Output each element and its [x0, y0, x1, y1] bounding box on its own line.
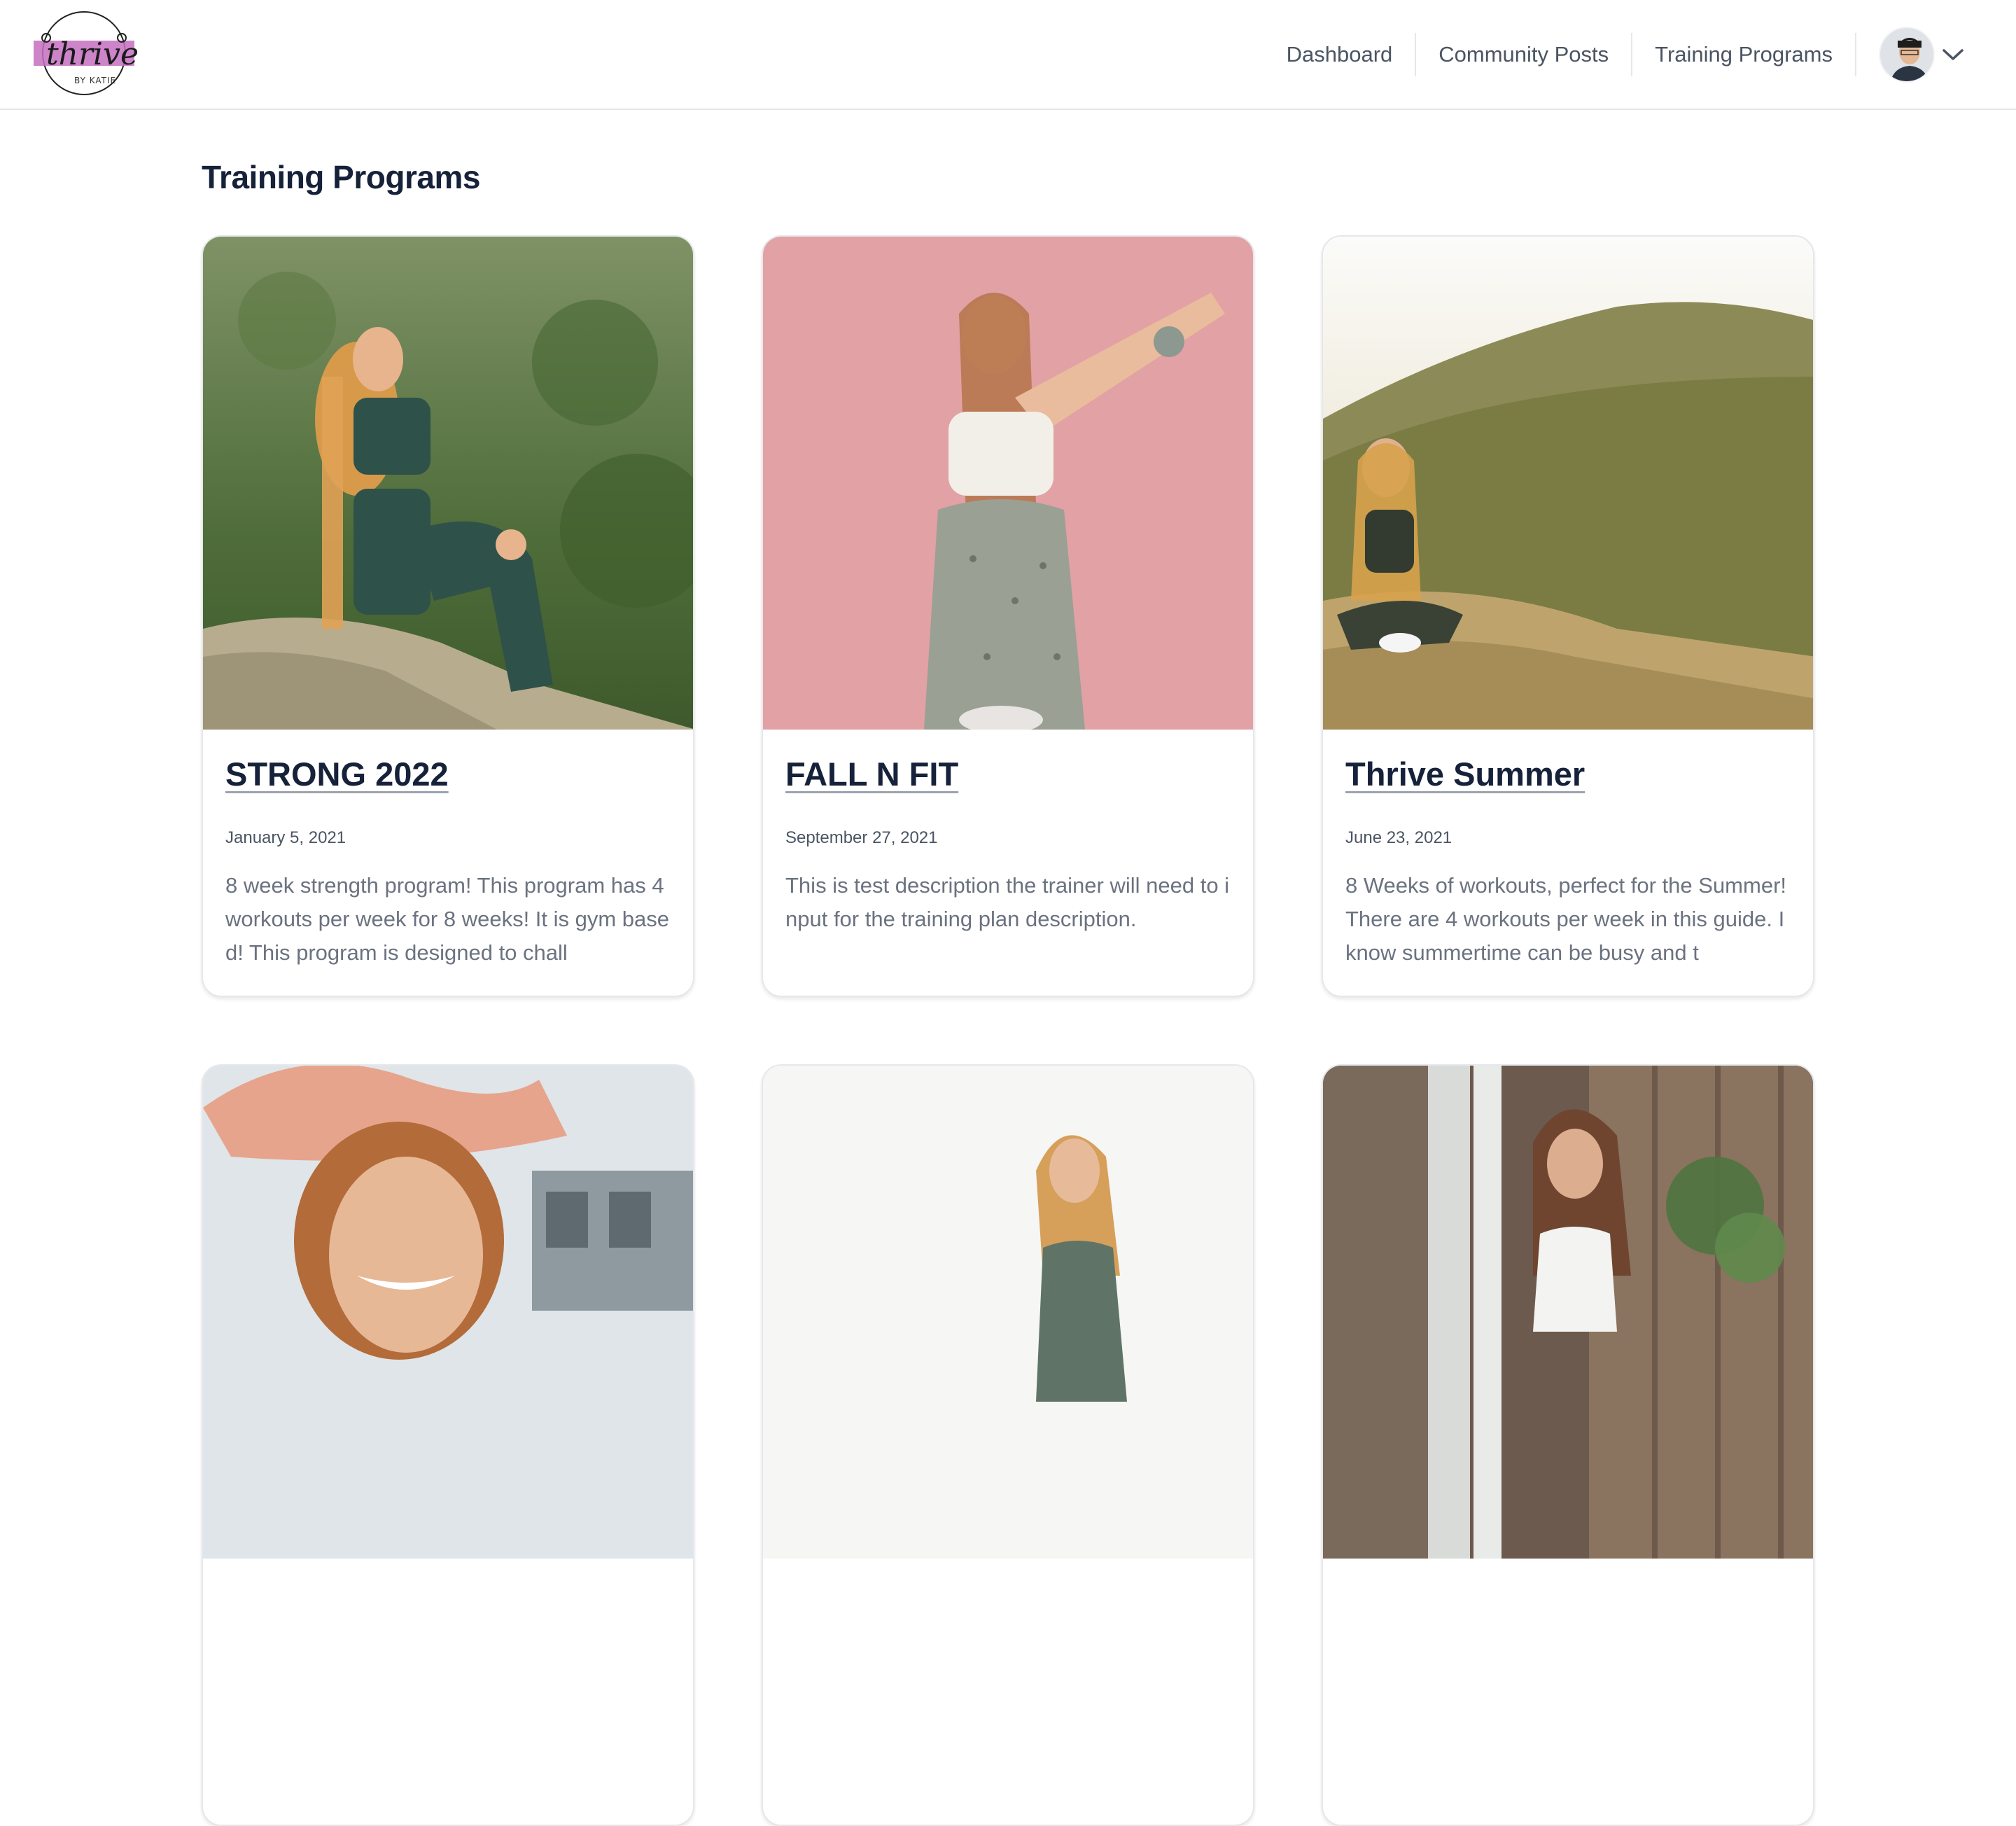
- program-card[interactable]: FALL N FIT September 27, 2021 This is te…: [762, 235, 1254, 997]
- program-date: September 27, 2021: [785, 828, 938, 847]
- logo-wordmark: thrive: [46, 36, 139, 72]
- program-description: 8 Weeks of workouts, perfect for the Sum…: [1345, 873, 1787, 965]
- program-image[interactable]: [763, 1066, 1253, 1559]
- program-image[interactable]: [203, 1066, 693, 1559]
- program-photo: [1323, 237, 1813, 730]
- program-description: [1345, 1631, 1791, 1732]
- program-card[interactable]: [1322, 1064, 1814, 1826]
- program-card[interactable]: [762, 1064, 1254, 1826]
- program-title[interactable]: STRONG 2022: [225, 755, 449, 793]
- brand-logo[interactable]: thrive BY KATIE: [32, 10, 139, 97]
- program-image[interactable]: [203, 237, 693, 730]
- program-title[interactable]: Thrive Summer: [1345, 755, 1585, 793]
- program-date: January 5, 2021: [225, 828, 346, 847]
- program-description: 8 week strength program! This program ha…: [225, 873, 670, 965]
- program-photo: [1323, 1066, 1813, 1559]
- program-card[interactable]: STRONG 2022 January 5, 2021 8 week stren…: [202, 235, 694, 997]
- top-nav-bar: thrive BY KATIE Dashboard Community Post…: [0, 0, 2016, 110]
- program-description: This is test description the trainer wil…: [785, 873, 1230, 931]
- program-title[interactable]: FALL N FIT: [785, 755, 958, 793]
- avatar-portrait-icon: [1880, 28, 1933, 81]
- program-photo: [203, 237, 693, 730]
- program-description: [785, 1631, 1231, 1732]
- program-card[interactable]: [202, 1064, 694, 1826]
- main-nav: Dashboard Community Posts Training Progr…: [1264, 27, 1964, 83]
- nav-community-posts[interactable]: Community Posts: [1416, 33, 1631, 76]
- nav-training-programs[interactable]: Training Programs: [1632, 33, 1855, 76]
- program-card[interactable]: Thrive Summer June 23, 2021 8 Weeks of w…: [1322, 235, 1814, 997]
- program-photo: [763, 237, 1253, 730]
- nav-dashboard[interactable]: Dashboard: [1264, 33, 1415, 76]
- program-image[interactable]: [763, 237, 1253, 730]
- chevron-down-icon[interactable]: [1942, 48, 1964, 62]
- program-photo: [763, 1066, 1253, 1559]
- user-menu-toggle[interactable]: [1856, 27, 1964, 83]
- program-description: [225, 1631, 671, 1732]
- program-photo: [203, 1066, 693, 1559]
- user-avatar[interactable]: [1879, 27, 1935, 83]
- logo-subtitle: BY KATIE: [74, 76, 117, 85]
- program-image[interactable]: [1323, 237, 1813, 730]
- program-image[interactable]: [1323, 1066, 1813, 1559]
- page-title: Training Programs: [202, 159, 480, 195]
- program-date: June 23, 2021: [1345, 828, 1452, 847]
